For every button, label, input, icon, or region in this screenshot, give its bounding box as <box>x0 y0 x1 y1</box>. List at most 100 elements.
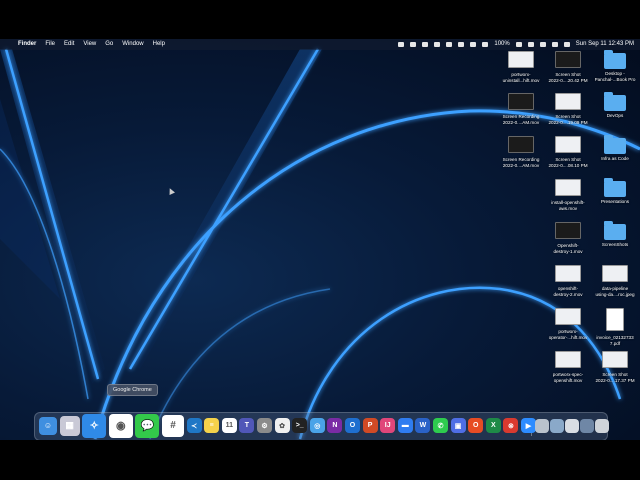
desktop-folder[interactable]: DevOps <box>590 92 640 119</box>
file-thumbnail-icon <box>602 351 628 368</box>
menu-edit[interactable]: Edit <box>64 39 74 50</box>
desktop-item-sublabel: destroy-1.mov <box>553 248 583 254</box>
desktop-item-sublabel: destroy-2.mov <box>553 291 583 297</box>
whatsapp-icon[interactable]: ✆ <box>433 418 448 433</box>
file-thumbnail-icon <box>555 308 581 325</box>
desktop-folder[interactable]: ScreenShots <box>590 221 640 248</box>
file-thumbnail-icon <box>555 265 581 282</box>
desktop-item-sublabel: openshift.mov <box>553 377 583 383</box>
desktop[interactable]: Finder File Edit View Go Window Help 100… <box>0 39 640 440</box>
office-icon[interactable]: O <box>468 418 484 433</box>
desktop-file[interactable]: portworx-spec-openshift.mov <box>543 351 593 383</box>
bluetooth-icon[interactable] <box>482 42 489 47</box>
desktop-file[interactable]: Screen Recording 2022-0....AM.mov <box>496 136 546 168</box>
wifi-icon[interactable] <box>527 42 534 47</box>
file-thumbnail-icon <box>555 179 581 196</box>
desktop-file[interactable]: Screen Shot 2022-0....08.10 PM <box>543 136 593 168</box>
desktop-folder[interactable]: Presentations <box>590 178 640 205</box>
vscode-icon[interactable]: ≺ <box>186 418 202 433</box>
onenote-icon[interactable]: N <box>327 418 343 433</box>
record-icon[interactable] <box>398 42 405 47</box>
desktop-item-sublabel: operator-...hift.mov <box>548 334 588 340</box>
desktop-file[interactable]: Screen Shot 2022-0....19.09 PM <box>543 93 593 125</box>
menu-file[interactable]: File <box>45 39 55 50</box>
keynote-icon[interactable]: ▬ <box>397 418 413 433</box>
chrome-icon[interactable]: ◉ <box>108 413 133 438</box>
dock: ☺ ▦ ✧ ◉ 💬 # ≺ ≡ 11 T ⚙ ✿ >_ ◎ N O P IJ ▬ W ✆ ▣ O X ⊗ ▶ <box>34 412 609 440</box>
desktop-item-label: Infra as Code <box>601 156 629 161</box>
desktop-item-sublabel: 2022-0....AM.mov <box>502 162 540 168</box>
status-icon[interactable] <box>446 42 453 47</box>
desktop-file[interactable]: portworx-operator-...hift.mov <box>543 308 593 340</box>
status-icon[interactable] <box>422 42 429 47</box>
desktop-file[interactable]: Screen Recording 2022-0....AM.mov <box>496 93 546 125</box>
siri-icon[interactable] <box>563 42 570 47</box>
desktop-file[interactable]: openshift-destroy-2.mov <box>543 265 593 297</box>
teams-icon[interactable]: T <box>239 418 255 433</box>
desktop-file[interactable]: Screen Shot 2022-0....17.37 PM <box>590 351 640 383</box>
intellij-icon[interactable]: IJ <box>380 418 396 433</box>
desktop-file[interactable]: Openshift-destroy-1.mov <box>543 222 593 254</box>
status-area: 100% Sun Sep 11 12:43 PM <box>398 39 634 50</box>
terminal-icon[interactable]: >_ <box>292 418 308 433</box>
preview-icon[interactable]: ◎ <box>309 418 325 433</box>
menu-window[interactable]: Window <box>122 39 143 50</box>
battery-icon[interactable] <box>515 42 522 47</box>
desktop-file[interactable]: install-openshift-aws.mov <box>543 179 593 211</box>
launchpad-icon[interactable]: ▦ <box>59 415 80 436</box>
safari-icon[interactable]: ✧ <box>82 413 107 438</box>
menu-app-name[interactable]: Finder <box>18 39 36 50</box>
control-center-icon[interactable] <box>551 42 558 47</box>
search-icon[interactable] <box>539 42 546 47</box>
menu-view[interactable]: View <box>83 39 96 50</box>
desktop-item-sublabel: 2022-0....AM.mov <box>502 119 540 125</box>
desktop-item-sublabel: using-da....roc.jpeg <box>595 291 635 297</box>
screenshots-stack-icon[interactable] <box>565 419 579 433</box>
remote-icon[interactable]: ⊗ <box>503 418 519 433</box>
powerpoint-icon[interactable]: P <box>362 418 378 433</box>
menu-clock[interactable]: Sun Sep 11 12:43 PM <box>576 39 634 50</box>
document-icon <box>606 308 624 331</box>
excel-icon[interactable]: X <box>485 418 501 433</box>
status-icon[interactable] <box>410 42 417 47</box>
notes-icon[interactable]: ≡ <box>204 418 220 433</box>
desktop-file[interactable]: Screen Shot 2022-0....20.42 PM <box>543 51 593 83</box>
messages-icon[interactable]: 💬 <box>135 413 160 438</box>
menu-go[interactable]: Go <box>105 39 113 50</box>
documents-stack-icon[interactable] <box>550 419 564 433</box>
trash-icon[interactable] <box>595 419 609 433</box>
file-thumbnail-icon <box>555 351 581 368</box>
menu-help[interactable]: Help <box>153 39 165 50</box>
zoom-icon[interactable]: ▶ <box>521 418 536 433</box>
desktop-item-sublabel: 2022-0....20.42 PM <box>548 77 588 83</box>
photos-icon[interactable]: ✿ <box>274 418 290 433</box>
desktop-item-sublabel: 7.pdf <box>609 340 621 346</box>
word-icon[interactable]: W <box>415 418 431 433</box>
desktop-item-sublabel: Panchal-...Book Pro <box>594 76 636 82</box>
downloads-stack-icon[interactable] <box>535 419 549 433</box>
file-thumbnail-icon <box>508 93 534 110</box>
folder-icon <box>604 50 626 69</box>
outlook-icon[interactable]: O <box>345 418 360 433</box>
desktop-file[interactable]: portworx-uninstall...hift.mov <box>496 51 546 83</box>
window-stack-icon[interactable] <box>580 419 594 433</box>
menu-bar: Finder File Edit View Go Window Help 100… <box>0 39 640 50</box>
desktop-file[interactable]: data-pipeline using-da....roc.jpeg <box>590 265 640 297</box>
desktop-folder[interactable]: Desktop - Panchal-...Book Pro <box>590 50 640 82</box>
finder-icon[interactable]: ☺ <box>39 416 57 435</box>
status-icon[interactable] <box>434 42 441 47</box>
file-thumbnail-icon <box>555 136 581 153</box>
slack-icon[interactable]: # <box>162 414 184 437</box>
file-thumbnail-icon <box>508 51 534 68</box>
calendar-icon[interactable]: 11 <box>221 418 237 433</box>
settings-icon[interactable]: ⚙ <box>257 418 272 433</box>
status-icon[interactable] <box>470 42 477 47</box>
desktop-item-label: DevOps <box>606 113 624 118</box>
desktop-item-sublabel: 2022-0....19.09 PM <box>548 119 588 125</box>
status-icon[interactable] <box>458 42 465 47</box>
file-thumbnail-icon <box>602 265 628 282</box>
screen-recorder-icon[interactable]: ▣ <box>450 418 466 433</box>
desktop-item-label: ScreenShots <box>601 242 629 247</box>
desktop-file[interactable]: invoice_02132733 7.pdf <box>590 308 640 346</box>
desktop-folder[interactable]: Infra as Code <box>590 135 640 162</box>
